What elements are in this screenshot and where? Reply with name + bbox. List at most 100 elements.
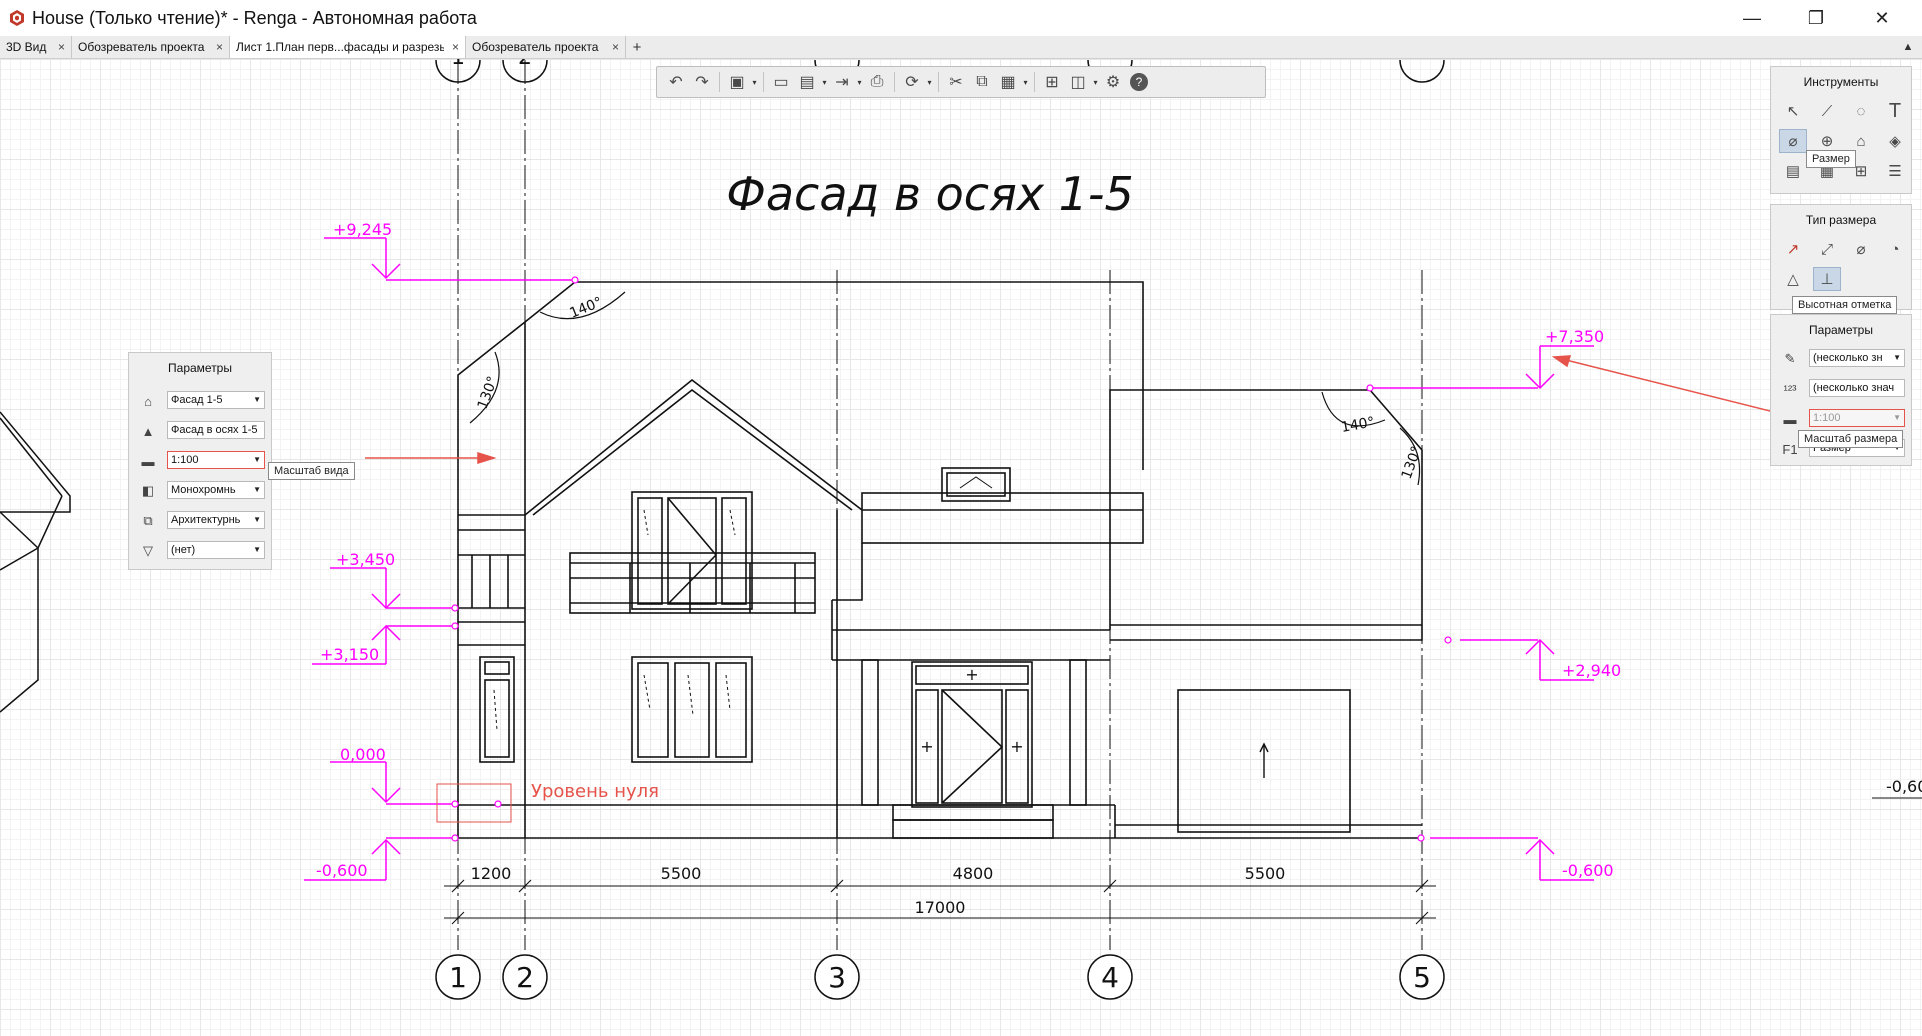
view-row: ⌂ Фасад 1-5 ▼: [129, 389, 271, 413]
add-tab-button[interactable]: +: [627, 36, 647, 58]
close-window-button[interactable]: ✕: [1850, 0, 1914, 36]
svg-text:1: 1: [449, 961, 467, 994]
tab-project-browser-2[interactable]: Обозреватель проекта ×: [466, 36, 626, 58]
hatch-tool-icon[interactable]: ◌: [1847, 99, 1875, 123]
window-title: House (Только чтение)* - Renga - Автоном…: [32, 8, 477, 28]
svg-text:140°: 140°: [1340, 414, 1376, 436]
tab-project-browser[interactable]: Обозреватель проекта ×: [72, 36, 230, 58]
callout-arrows: [365, 355, 1791, 465]
linear-dimension-icon[interactable]: ↗: [1779, 237, 1807, 261]
dimension-tool-icon[interactable]: ⌀: [1779, 129, 1807, 153]
view-scale-select[interactable]: 1:100 ▼: [167, 451, 265, 469]
diameter-dimension-icon[interactable]: ⌀: [1847, 237, 1875, 261]
copy-icon[interactable]: ⧉: [969, 69, 995, 95]
layers-icon[interactable]: ◫: [1065, 69, 1091, 95]
door-markers: + + +: [920, 665, 1023, 756]
chevron-down-icon[interactable]: ▾: [1091, 78, 1100, 87]
dimension-scale-tooltip: Масштаб размера: [1798, 430, 1904, 448]
chevron-down-icon[interactable]: ▾: [750, 78, 759, 87]
tab-close-icon[interactable]: ×: [452, 40, 459, 54]
panel-title: Инструменты: [1803, 75, 1879, 89]
name-icon: ▲: [141, 423, 155, 439]
tab-label: 3D Вид: [6, 40, 47, 54]
param-select-1[interactable]: (несколько зн ▼: [1809, 349, 1905, 367]
tab-close-icon[interactable]: ×: [216, 40, 223, 54]
sync-icon[interactable]: ⟳: [899, 69, 925, 95]
properties-icon[interactable]: ⊞: [1039, 69, 1065, 95]
dimension-scale-select[interactable]: 1:100 ▼: [1809, 409, 1905, 427]
svg-text:140°: 140°: [568, 294, 605, 321]
list-tool-icon[interactable]: ☰: [1881, 159, 1909, 183]
settings-icon[interactable]: ⚙: [1100, 69, 1126, 95]
save-icon[interactable]: ▤: [794, 69, 820, 95]
display-mode-select[interactable]: Монохромнь ▼: [167, 481, 265, 499]
toolbar-divider: [719, 72, 720, 92]
svg-text:2: 2: [516, 961, 534, 994]
window-hatch: [493, 509, 736, 731]
drawing-canvas[interactable]: 12 Фасад в осях 1-5: [0, 59, 1922, 1036]
chevron-down-icon[interactable]: ▾: [1021, 78, 1030, 87]
filter-row: ▽ (нет) ▼: [129, 539, 271, 563]
svg-text:+3,150: +3,150: [320, 645, 379, 664]
view-name-field[interactable]: Фасад в осях 1-5: [167, 421, 265, 439]
aligned-dimension-icon[interactable]: ⤢: [1813, 237, 1841, 261]
svg-text:5500: 5500: [661, 864, 702, 883]
tools-grid: ↖ ⟋ ◌ T ⌀ ⊕ ⌂ ◈ ▤ ▦ ⊞ ☰: [1779, 99, 1909, 183]
panel-title: Тип размера: [1805, 213, 1877, 227]
tab-sheet-1[interactable]: Лист 1.План перв...фасады и разрезы ×: [230, 36, 466, 58]
undo-icon[interactable]: ↶: [663, 69, 689, 95]
toolbar-divider: [1034, 72, 1035, 92]
scale-icon: ▬: [1783, 411, 1797, 427]
adjacent-building: [0, 411, 71, 713]
tab-close-icon[interactable]: ×: [612, 40, 619, 54]
garage-arrow: [1259, 742, 1269, 778]
elevation-labels: +9,245 +3,450 +3,150 0,000 -0,600 +7,350…: [316, 220, 1621, 880]
print-icon[interactable]: ⎙: [864, 69, 890, 95]
zero-level-label: Уровень нуля: [531, 781, 659, 802]
style-select[interactable]: Архитектурнь ▼: [167, 511, 265, 529]
svg-text:4800: 4800: [953, 864, 994, 883]
axis-labels: 1 2 3 4 5: [449, 961, 1431, 994]
dimension-labels: 1200 5500 4800 5500 17000: [471, 864, 1286, 917]
svg-text:5500: 5500: [1245, 864, 1286, 883]
minimize-button[interactable]: —: [1720, 0, 1784, 36]
elevation-mark-icon[interactable]: ⊥: [1813, 267, 1841, 291]
select-tool-icon[interactable]: ↖: [1779, 99, 1807, 123]
cut-icon[interactable]: ✂: [943, 69, 969, 95]
tab-close-icon[interactable]: ×: [58, 40, 65, 54]
top-axis-fragments: 12: [451, 59, 532, 70]
chevron-down-icon[interactable]: ▾: [925, 78, 934, 87]
view-select[interactable]: Фасад 1-5 ▼: [167, 391, 265, 409]
renga-logo-icon: [10, 10, 24, 26]
box-tool-icon[interactable]: ◈: [1881, 129, 1909, 153]
restore-button[interactable]: ❐: [1784, 0, 1848, 36]
tab-3d-view[interactable]: 3D Вид ×: [0, 36, 72, 58]
filter-select[interactable]: (нет) ▼: [167, 541, 265, 559]
param-row-1: ✎ (несколько зн ▼: [1771, 347, 1911, 371]
param-field-2[interactable]: (несколько знач: [1809, 379, 1905, 397]
svg-text:1200: 1200: [471, 864, 512, 883]
export-icon[interactable]: ⇥: [829, 69, 855, 95]
angle-arcs: [469, 291, 1421, 486]
vent-marker: [959, 476, 993, 489]
display-row: ◧ Монохромнь ▼: [129, 479, 271, 503]
chevron-down-icon[interactable]: ▾: [855, 78, 864, 87]
redo-icon[interactable]: ↷: [689, 69, 715, 95]
style-row: ⧉ Архитектурнь ▼: [129, 509, 271, 533]
radius-dimension-icon[interactable]: ◔: [1881, 237, 1909, 261]
view-3d-icon[interactable]: ▣: [724, 69, 750, 95]
paste-icon[interactable]: ▦: [995, 69, 1021, 95]
drawing-title: Фасад в осях 1-5: [726, 167, 1134, 221]
svg-text:1: 1: [451, 59, 465, 70]
scroll-up-icon[interactable]: ▲: [1898, 36, 1918, 58]
chevron-down-icon[interactable]: ▾: [820, 78, 829, 87]
help-icon[interactable]: ?: [1130, 73, 1148, 91]
tab-label: Лист 1.План перв...фасады и разрезы: [236, 40, 444, 54]
stamp-tool-icon[interactable]: ▤: [1779, 159, 1807, 183]
svg-text:0,000: 0,000: [340, 745, 386, 764]
open-folder-icon[interactable]: ▭: [768, 69, 794, 95]
document-tabs: 3D Вид × Обозреватель проекта × Лист 1.П…: [0, 36, 1922, 59]
angle-dimension-icon[interactable]: △: [1779, 267, 1807, 291]
text-tool-icon[interactable]: T: [1881, 99, 1909, 123]
line-tool-icon[interactable]: ⟋: [1813, 99, 1841, 123]
